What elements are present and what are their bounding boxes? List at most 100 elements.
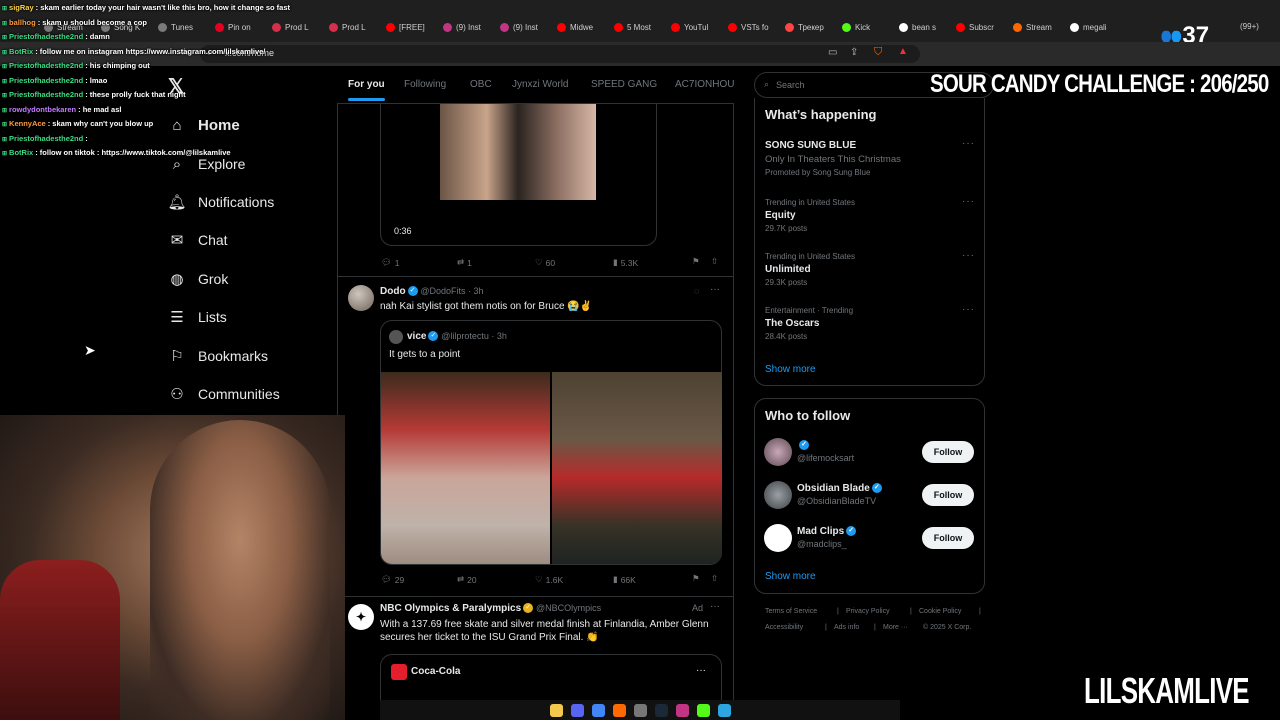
post3-inner-more-icon[interactable]: ··· (696, 665, 706, 676)
browser-tab[interactable]: megali (1070, 18, 1122, 36)
browser-tab[interactable]: Stream (1013, 18, 1065, 36)
post2-repost-button[interactable]: ⇄ 20 (457, 574, 477, 585)
nbc-logo-icon[interactable]: ✦ (348, 604, 374, 630)
post2-author[interactable]: Dodo (380, 286, 406, 297)
follow-name-row[interactable]: Obsidian Blade ✓ (797, 483, 882, 494)
address-bar[interactable] (200, 45, 920, 63)
post2-reply-button[interactable]: 💬︎ 29 (381, 574, 404, 585)
post3-author[interactable]: NBC Olympics & Paralympics (380, 603, 521, 614)
browser-tab[interactable]: YouTul (671, 18, 723, 36)
browser-tab[interactable]: [FREE] (386, 18, 438, 36)
browser-tab[interactable]: Prod L (329, 18, 381, 36)
feed-tab[interactable]: OBC (470, 79, 492, 90)
nav-bookmarks[interactable]: ⚐ Bookmarks (168, 347, 268, 365)
footer-link[interactable]: More ··· (883, 624, 908, 631)
tool-icon[interactable] (717, 703, 731, 717)
post1-like-button[interactable]: ♡ 60 (535, 257, 555, 268)
quote-image-right[interactable] (552, 372, 722, 564)
browser-tab[interactable]: (9) Inst (443, 18, 495, 36)
browser-tab[interactable]: Midwe (557, 18, 609, 36)
brave-icon[interactable] (612, 703, 626, 717)
browser-tab[interactable]: Pin on (215, 18, 267, 36)
follow-button[interactable]: Follow (922, 441, 974, 463)
footer-link[interactable]: Ads info (834, 624, 859, 631)
feed-tab[interactable]: Jynxzi World (512, 79, 569, 90)
post2-handle[interactable]: @DodoFits · 3h (420, 286, 483, 296)
nav-notifications[interactable]: 🔔︎ Notifications (167, 193, 274, 211)
post3-more-icon[interactable]: ··· (710, 601, 720, 612)
post2-avatar[interactable] (348, 285, 374, 311)
post2-share-icon[interactable]: ⇧ (711, 573, 718, 584)
browser-tab[interactable]: Tunes (158, 18, 210, 36)
trend-more-icon[interactable]: ··· (962, 304, 975, 315)
post1-repost-button[interactable]: ⇄ 1 (457, 257, 472, 268)
quote-image-left[interactable] (381, 372, 550, 564)
post1-video-thumbnail[interactable] (440, 104, 596, 200)
footer-link[interactable]: Privacy Policy (846, 608, 890, 615)
discord-icon[interactable] (570, 703, 584, 717)
instagram-icon[interactable] (675, 703, 689, 717)
footer-link[interactable]: © 2025 X Corp. (923, 624, 971, 631)
follow-button[interactable]: Follow (922, 527, 974, 549)
browser-tab[interactable]: bean s (899, 18, 951, 36)
rewards-icon[interactable]: ▲ (898, 46, 908, 57)
feed-tab[interactable]: Following (404, 79, 446, 90)
browser-tab[interactable]: VSTs fo (728, 18, 780, 36)
obs-icon[interactable] (633, 703, 647, 717)
search-placeholder[interactable]: Search (776, 80, 805, 90)
footer-link[interactable]: Terms of Service (765, 608, 817, 615)
follow-avatar[interactable] (764, 438, 792, 466)
follow-name-row[interactable]: ✓ (797, 440, 809, 451)
trend-more-icon[interactable]: ··· (962, 250, 975, 261)
nav-explore[interactable]: ⌕ Explore (168, 155, 246, 173)
nav-home[interactable]: ⌂ Home (168, 116, 239, 134)
trend-more-icon[interactable]: ··· (962, 196, 975, 207)
trend-more-icon[interactable]: ··· (962, 138, 975, 149)
share-icon[interactable]: ⇪ (850, 47, 858, 58)
post2-bookmark-icon[interactable]: ⚑ (692, 573, 700, 584)
feed-tab[interactable]: AC7IONHOU (675, 79, 734, 90)
files-icon[interactable] (549, 703, 563, 717)
trend-name[interactable]: The Oscars (765, 318, 819, 329)
nav-lists[interactable]: ☰ Lists (168, 308, 227, 326)
follow-show-more[interactable]: Show more (765, 571, 816, 582)
post1-bookmark-icon[interactable]: ⚑ (692, 256, 700, 267)
browser-tab[interactable]: Kick (842, 18, 894, 36)
post1-reply-button[interactable]: 💬︎ 1 (381, 257, 400, 268)
browser-tab[interactable]: 5 Most (614, 18, 666, 36)
trends-show-more[interactable]: Show more (765, 364, 816, 375)
trend-name[interactable]: Equity (765, 210, 796, 221)
trend-category: Trending in United States (765, 198, 855, 207)
follow-avatar[interactable] (764, 481, 792, 509)
follow-button[interactable]: Follow (922, 484, 974, 506)
steam-icon[interactable] (654, 703, 668, 717)
browser-tab[interactable]: Prod L (272, 18, 324, 36)
browser-tab[interactable]: (9) Inst (500, 18, 552, 36)
nav-chat[interactable]: ✉ Chat (168, 231, 228, 249)
nav-grok[interactable]: ◍ Grok (168, 270, 228, 288)
x-logo-icon[interactable]: 𝕏 (168, 74, 184, 99)
follow-name-row[interactable]: Mad Clips ✓ (797, 526, 857, 537)
grok-post-icon[interactable]: ◌ (694, 286, 699, 296)
follow-avatar[interactable] (764, 524, 792, 552)
feed-tab[interactable]: For you (348, 79, 385, 101)
browser-tab[interactable]: Трекер (785, 18, 837, 36)
app-icon[interactable] (591, 703, 605, 717)
footer-link[interactable]: Accessibility (765, 624, 803, 631)
trend-name[interactable]: Unlimited (765, 264, 811, 275)
trend-subtext: 29.7K posts (765, 224, 808, 233)
brave-shield-icon[interactable]: ⛉ (874, 46, 882, 59)
trend-name[interactable]: SONG SUNG BLUE (765, 140, 856, 151)
browser-tab[interactable]: Subscr (956, 18, 1008, 36)
footer-link[interactable]: Cookie Policy (919, 608, 961, 615)
cast-icon[interactable]: ▭ (828, 47, 837, 58)
post2-like-button[interactable]: ♡ 1.6K (535, 574, 563, 585)
post2-views[interactable]: ▮ 66K (613, 574, 636, 585)
nav-communities[interactable]: ⚇ Communities (168, 385, 279, 403)
post3-handle[interactable]: @NBCOlympics (536, 603, 601, 613)
feed-tab[interactable]: SPEED GANG (591, 79, 657, 90)
post1-share-icon[interactable]: ⇧ (711, 256, 718, 267)
post1-views[interactable]: ▮ 5.3K (613, 257, 638, 268)
post2-more-icon[interactable]: ··· (710, 284, 720, 295)
kick-icon[interactable] (696, 703, 710, 717)
